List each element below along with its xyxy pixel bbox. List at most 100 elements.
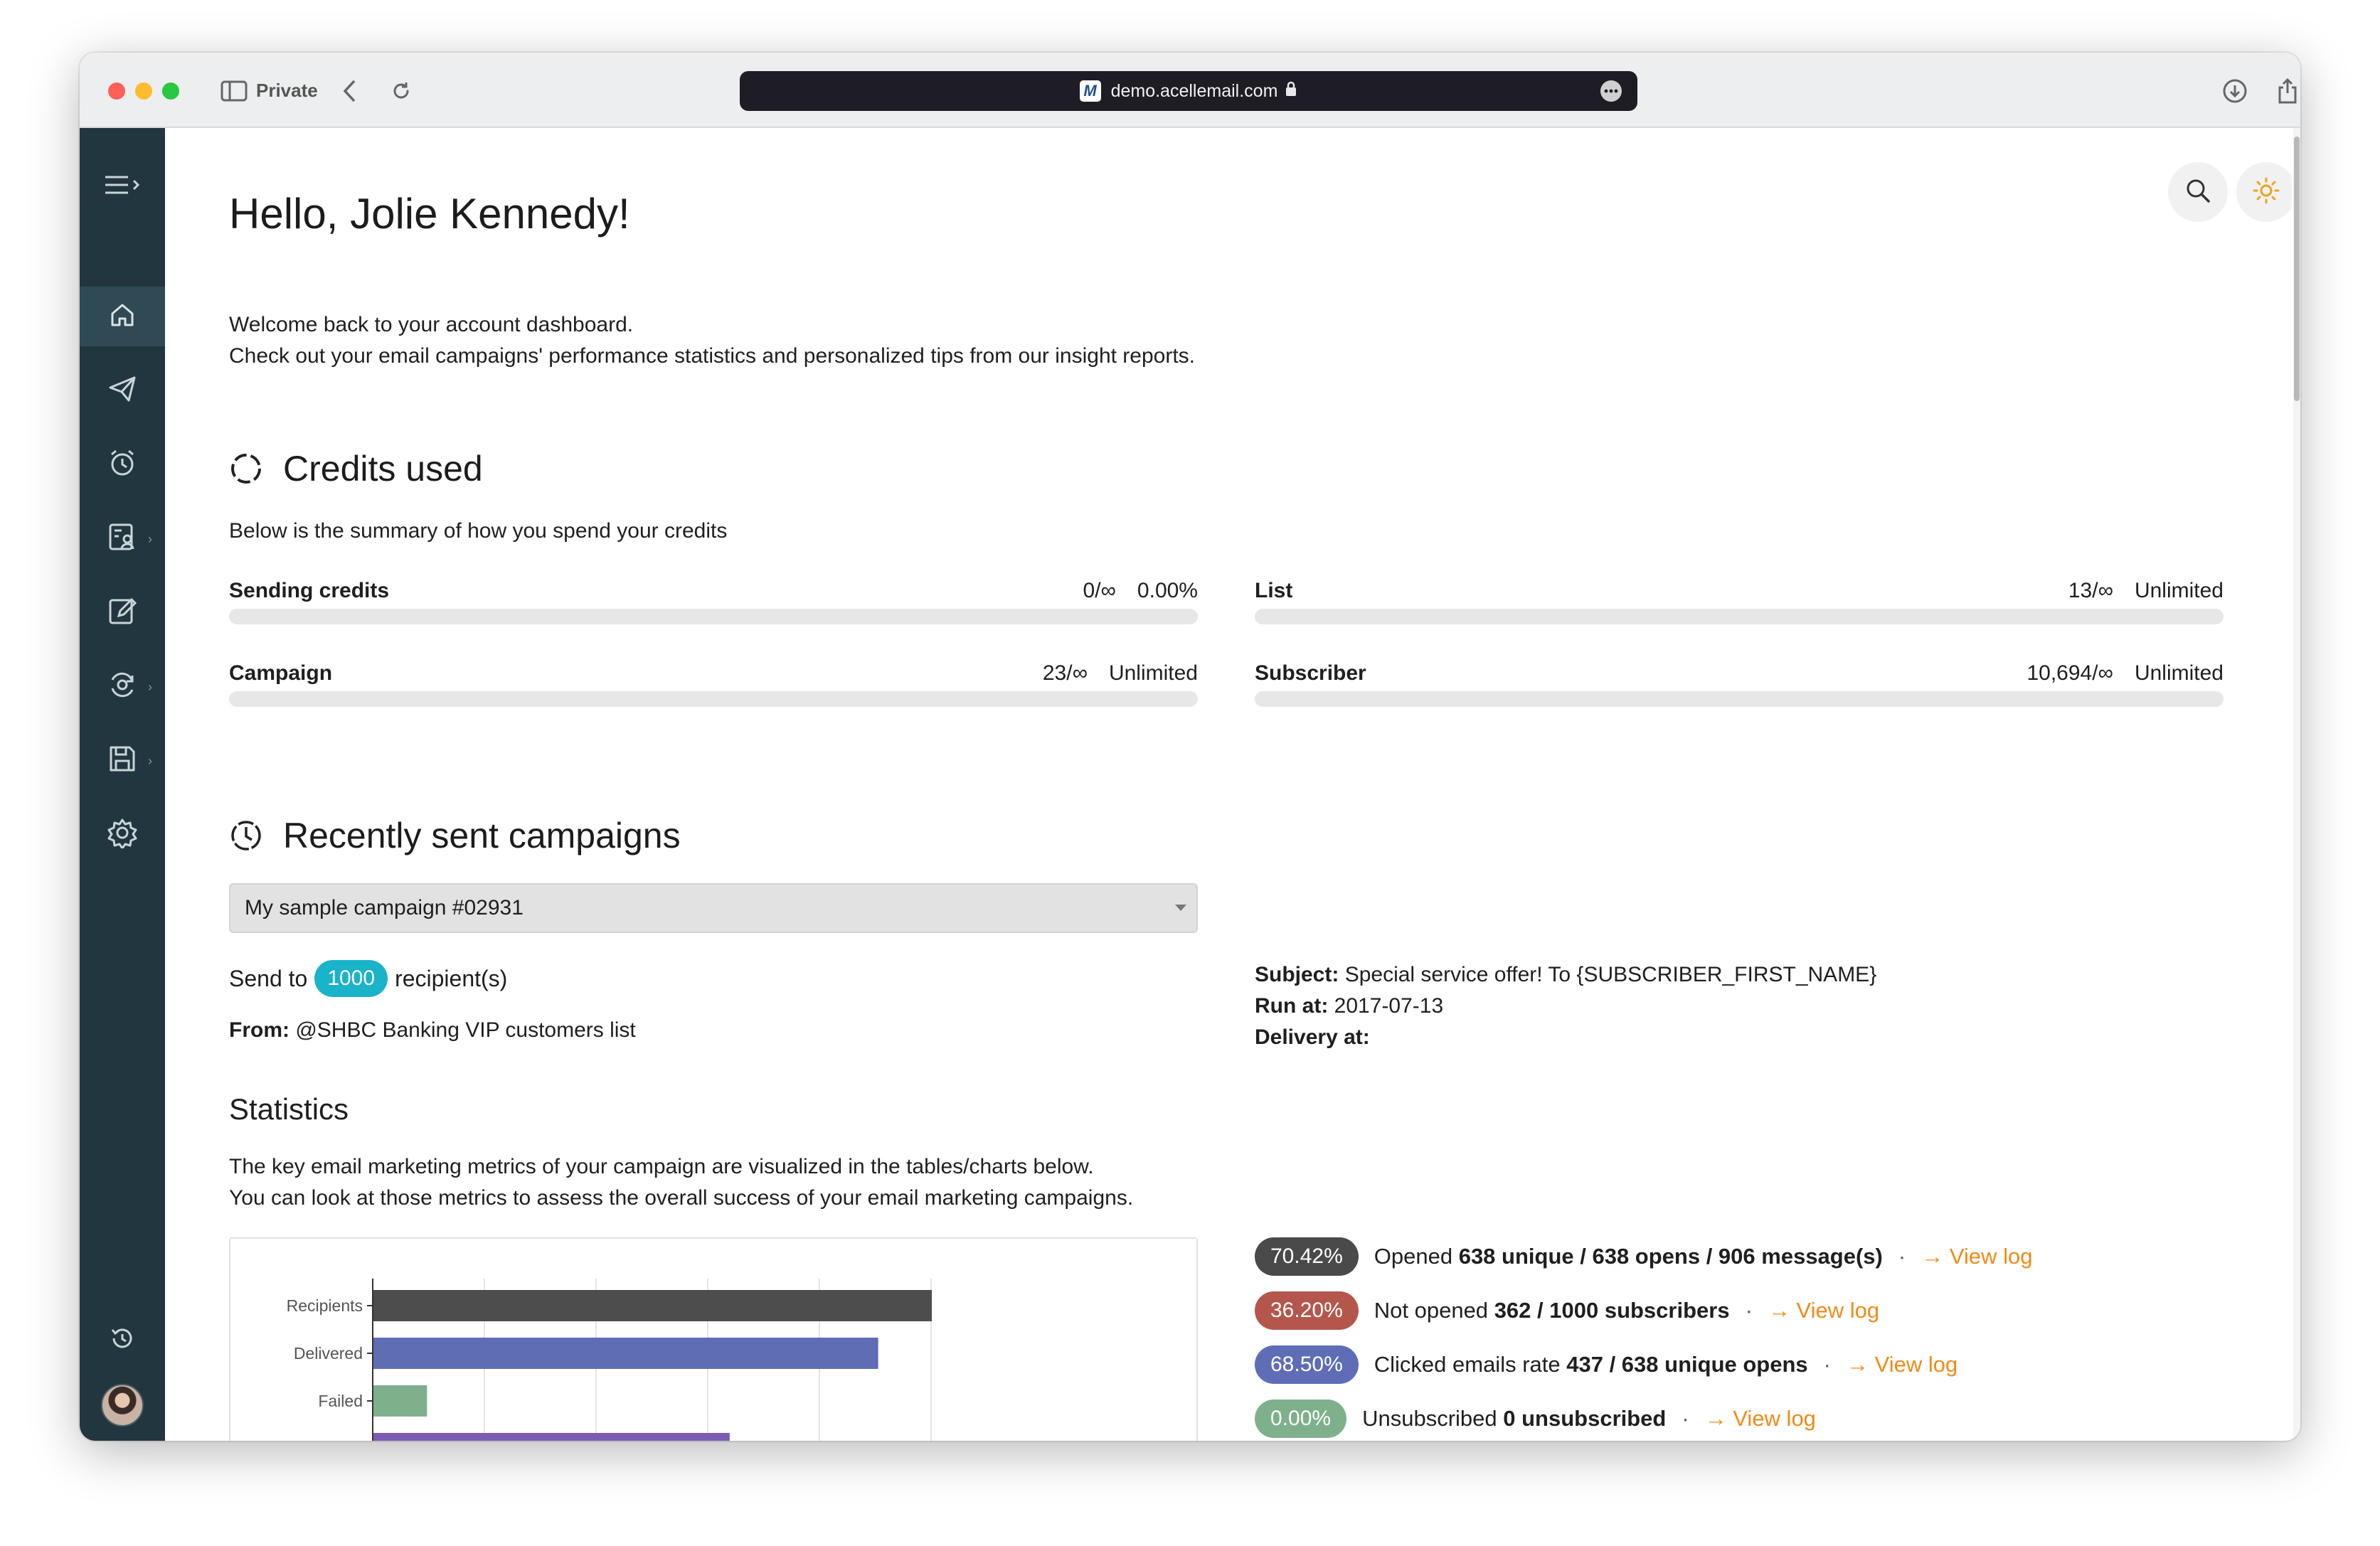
stat-label: Not opened bbox=[1374, 1298, 1489, 1323]
sidebar-item-automation[interactable] bbox=[80, 435, 165, 494]
stat-row: 70.42% Opened 638 unique / 638 opens / 90… bbox=[1255, 1237, 2032, 1276]
credit-list: List 13/∞ Unlimited bbox=[1255, 579, 2224, 624]
sidebar-item-lists[interactable]: › bbox=[80, 508, 165, 568]
sidebar-item-storage[interactable]: › bbox=[80, 730, 165, 790]
delivery-at-label: Delivery at: bbox=[1255, 1025, 1370, 1049]
credit-extra: 0.00% bbox=[1137, 579, 1198, 602]
loading-circle-icon bbox=[231, 454, 261, 484]
credit-progress-bar bbox=[229, 691, 1198, 707]
chart-bar[interactable] bbox=[373, 1433, 730, 1441]
save-disk-icon bbox=[107, 744, 137, 777]
menu-toggle-icon[interactable] bbox=[80, 155, 165, 215]
send-to-line: Send to 1000 recipient(s) bbox=[229, 960, 507, 997]
send-to-prefix: Send to bbox=[229, 965, 308, 991]
chart-bar[interactable] bbox=[373, 1338, 878, 1369]
stat-row: 0.00% Unsubscribed 0 unsubscribed · → View … bbox=[1255, 1400, 1816, 1438]
stat-percent-badge: 36.20% bbox=[1255, 1291, 1359, 1330]
stat-percent-badge: 68.50% bbox=[1255, 1345, 1359, 1384]
chevron-right-icon: › bbox=[148, 680, 152, 694]
view-log-link[interactable]: → View log bbox=[1847, 1352, 1957, 1377]
page-menu-icon[interactable] bbox=[1600, 80, 1622, 102]
intro-line-1: Welcome back to your account dashboard. bbox=[229, 313, 634, 336]
send-to-suffix: recipient(s) bbox=[395, 965, 508, 991]
separator-dot: · bbox=[1682, 1406, 1689, 1431]
scrollbar-thumb[interactable] bbox=[2294, 137, 2300, 401]
arrow-right-icon: → bbox=[1921, 1244, 1950, 1269]
delivery-at-line: Delivery at: bbox=[1255, 1025, 1370, 1050]
stat-row: 36.20% Not opened 362 / 1000 subscribers ·… bbox=[1255, 1291, 1879, 1330]
run-at-line: Run at: 2017-07-13 bbox=[1255, 994, 1443, 1018]
page-scrollbar[interactable] bbox=[2293, 128, 2300, 1441]
credits-subtitle: Below is the summary of how you spend yo… bbox=[229, 519, 728, 543]
chevron-right-icon: › bbox=[148, 532, 152, 546]
user-avatar[interactable] bbox=[101, 1384, 144, 1427]
clock-history-icon bbox=[231, 821, 261, 851]
stat-label: Clicked emails rate bbox=[1374, 1352, 1561, 1377]
dashboard-main: Hello, Jolie Kennedy! Welcome back to yo… bbox=[165, 128, 2292, 1441]
credits-section-title: Credits used bbox=[229, 448, 483, 489]
statistics-title: Statistics bbox=[229, 1092, 349, 1126]
view-log-link[interactable]: → View log bbox=[1921, 1244, 2032, 1269]
lock-icon bbox=[1285, 80, 1297, 102]
campaign-stats-chart: RecipientsDeliveredFailedOpenClick bbox=[229, 1237, 1198, 1441]
view-log-text: View log bbox=[1733, 1406, 1816, 1431]
browser-window: Private M demo.acellemail.com › › › Hell… bbox=[80, 53, 2300, 1441]
from-line: From: @SHBC Banking VIP customers list bbox=[229, 1018, 636, 1043]
stat-percent-badge: 70.42% bbox=[1255, 1237, 1359, 1276]
address-bar[interactable]: M demo.acellemail.com bbox=[740, 71, 1637, 111]
subject-line: Subject: Special service offer! To {SUBS… bbox=[1255, 963, 1876, 987]
view-log-text: View log bbox=[1796, 1298, 1880, 1323]
separator-dot: · bbox=[1745, 1298, 1753, 1323]
minimize-window-button[interactable] bbox=[135, 82, 152, 100]
close-window-button[interactable] bbox=[108, 82, 125, 100]
sidebar-item-templates[interactable] bbox=[80, 582, 165, 642]
stat-label: Opened bbox=[1374, 1244, 1453, 1269]
theme-toggle-button[interactable] bbox=[2236, 162, 2292, 222]
sidebar-item-history[interactable] bbox=[80, 1310, 165, 1370]
downloads-icon[interactable] bbox=[2221, 74, 2249, 108]
separator-dot: · bbox=[1823, 1352, 1831, 1377]
sidebar-toggle-icon[interactable] bbox=[219, 74, 249, 108]
credit-sending: Sending credits 0/∞ 0.00% bbox=[229, 579, 1198, 624]
sidebar-item-settings[interactable] bbox=[80, 804, 165, 864]
chart-bar[interactable] bbox=[373, 1385, 427, 1417]
chart-category-label: Failed bbox=[318, 1392, 363, 1410]
sidebar-item-dashboard[interactable] bbox=[80, 287, 165, 346]
view-log-link[interactable]: → View log bbox=[1768, 1298, 1879, 1323]
credit-label: Sending credits bbox=[229, 579, 390, 602]
back-icon[interactable] bbox=[339, 74, 360, 108]
credit-label: Campaign bbox=[229, 661, 333, 685]
search-button[interactable] bbox=[2168, 162, 2228, 222]
stat-value: 437 / 638 unique opens bbox=[1566, 1352, 1808, 1377]
sidebar-item-sending[interactable]: › bbox=[80, 656, 165, 716]
credit-progress-bar bbox=[1255, 609, 2224, 624]
run-at-value: 2017-07-13 bbox=[1334, 994, 1444, 1018]
stat-label: Unsubscribed bbox=[1362, 1406, 1497, 1431]
view-log-link[interactable]: → View log bbox=[1705, 1406, 1816, 1432]
statistics-desc-1: The key email marketing metrics of your … bbox=[229, 1155, 1094, 1178]
edit-note-icon bbox=[107, 596, 137, 629]
alarm-clock-icon bbox=[107, 448, 137, 481]
search-icon bbox=[2184, 176, 2212, 208]
reload-icon[interactable] bbox=[388, 74, 414, 108]
dropdown-arrow-icon bbox=[1175, 905, 1186, 911]
sidebar-item-campaigns[interactable] bbox=[80, 361, 165, 420]
arrow-right-icon: → bbox=[1846, 1352, 1875, 1377]
recipients-badge: 1000 bbox=[314, 960, 388, 997]
bar-chart-svg: RecipientsDeliveredFailedOpenClick bbox=[287, 1279, 932, 1441]
paper-plane-icon bbox=[107, 375, 137, 407]
intro-line-2: Check out your email campaigns' performa… bbox=[229, 344, 1196, 368]
stat-value: 362 / 1000 subscribers bbox=[1494, 1298, 1730, 1323]
credit-progress-bar bbox=[229, 609, 1198, 624]
chart-bar[interactable] bbox=[373, 1290, 932, 1321]
private-label: Private bbox=[256, 80, 318, 101]
campaign-select[interactable]: My sample campaign #02931 bbox=[229, 883, 1198, 933]
credit-label: List bbox=[1255, 579, 1293, 602]
run-at-label: Run at: bbox=[1255, 994, 1329, 1018]
chart-category-label: Open bbox=[323, 1439, 363, 1441]
stat-value: 0 unsubscribed bbox=[1503, 1406, 1667, 1431]
share-icon[interactable] bbox=[2273, 74, 2300, 108]
credit-value: 13/∞ bbox=[2068, 579, 2113, 602]
zoom-window-button[interactable] bbox=[162, 82, 179, 100]
recent-title-text: Recently sent campaigns bbox=[283, 816, 681, 855]
